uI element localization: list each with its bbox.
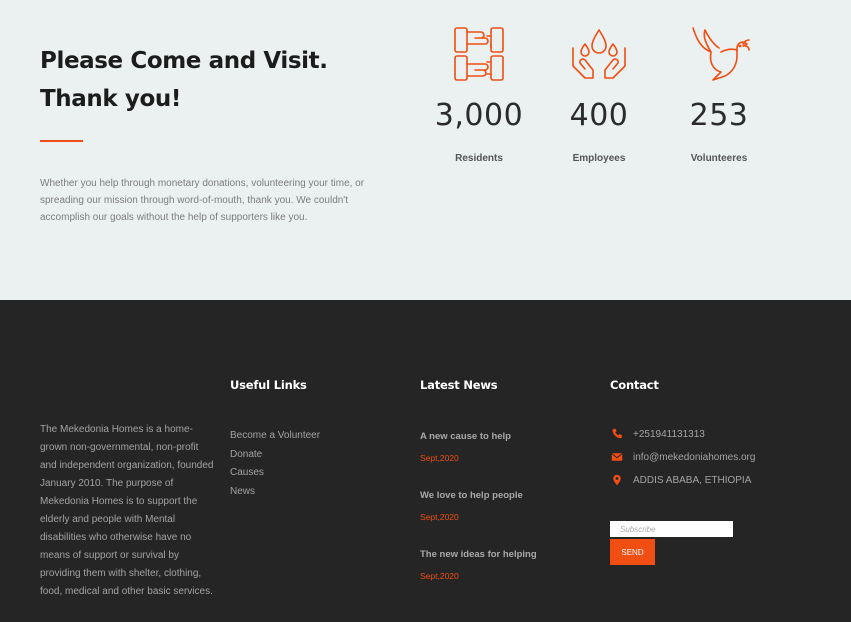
stat-number: 253	[689, 98, 749, 133]
caring-hands-icon	[572, 29, 626, 79]
news-title-link[interactable]: A new cause to help	[420, 431, 511, 442]
footer-link-donate[interactable]: Donate	[230, 446, 320, 465]
stat-employees: 400 Employees	[539, 22, 659, 164]
send-button[interactable]: SEND	[610, 539, 655, 565]
news-item: We love to help people Sept,2020	[420, 490, 523, 522]
visit-section: Please Come and Visit. Thank you! Whethe…	[0, 0, 851, 300]
phone-number[interactable]: +251941131313	[633, 429, 705, 440]
contact-address: ADDIS ABABA, ETHIOPIA	[611, 473, 751, 487]
stat-number: 3,000	[434, 98, 524, 133]
stat-label: Volunteeres	[690, 153, 748, 164]
contact-phone: +251941131313	[611, 427, 705, 441]
contact-title: Contact	[610, 378, 659, 392]
stat-label: Residents	[455, 153, 503, 164]
dove-icon	[692, 27, 750, 81]
email-address[interactable]: info@mekedoniahomes.org	[633, 452, 755, 463]
news-date: Sept,2020	[420, 453, 459, 463]
page-title: Please Come and Visit. Thank you!	[40, 48, 328, 112]
about-text: The Mekedonia Homes is a home-grown non-…	[40, 424, 214, 597]
stat-volunteers: 253 Volunteeres	[659, 22, 779, 164]
subscribe-input[interactable]	[610, 521, 733, 537]
stat-number: 400	[569, 98, 629, 133]
envelope-icon	[611, 453, 623, 461]
stat-label: Employees	[572, 153, 626, 164]
news-date: Sept,2020	[420, 512, 459, 522]
footer-link-volunteer[interactable]: Become a Volunteer	[230, 427, 320, 446]
useful-links-title: Useful Links	[230, 378, 307, 392]
intro-text: Whether you help through monetary donati…	[40, 178, 365, 223]
stat-residents: 3,000 Residents	[419, 22, 539, 164]
latest-news-title: Latest News	[420, 378, 498, 392]
news-title-link[interactable]: We love to help people	[420, 490, 523, 501]
news-title-link[interactable]: The new ideas for helping	[420, 549, 537, 560]
news-date: Sept,2020	[420, 571, 459, 581]
footer-link-causes[interactable]: Causes	[230, 464, 320, 483]
title-underline	[40, 140, 83, 142]
useful-links-list: Become a Volunteer Donate Causes News	[230, 427, 320, 501]
map-pin-icon	[613, 474, 621, 486]
hands-together-icon	[454, 27, 504, 81]
news-item: A new cause to help Sept,2020	[420, 431, 511, 463]
address-text: ADDIS ABABA, ETHIOPIA	[633, 474, 752, 486]
news-item: The new ideas for helping Sept,2020	[420, 549, 537, 581]
footer-link-news[interactable]: News	[230, 483, 320, 502]
phone-icon	[612, 428, 622, 439]
contact-email: info@mekedoniahomes.org	[611, 450, 755, 464]
